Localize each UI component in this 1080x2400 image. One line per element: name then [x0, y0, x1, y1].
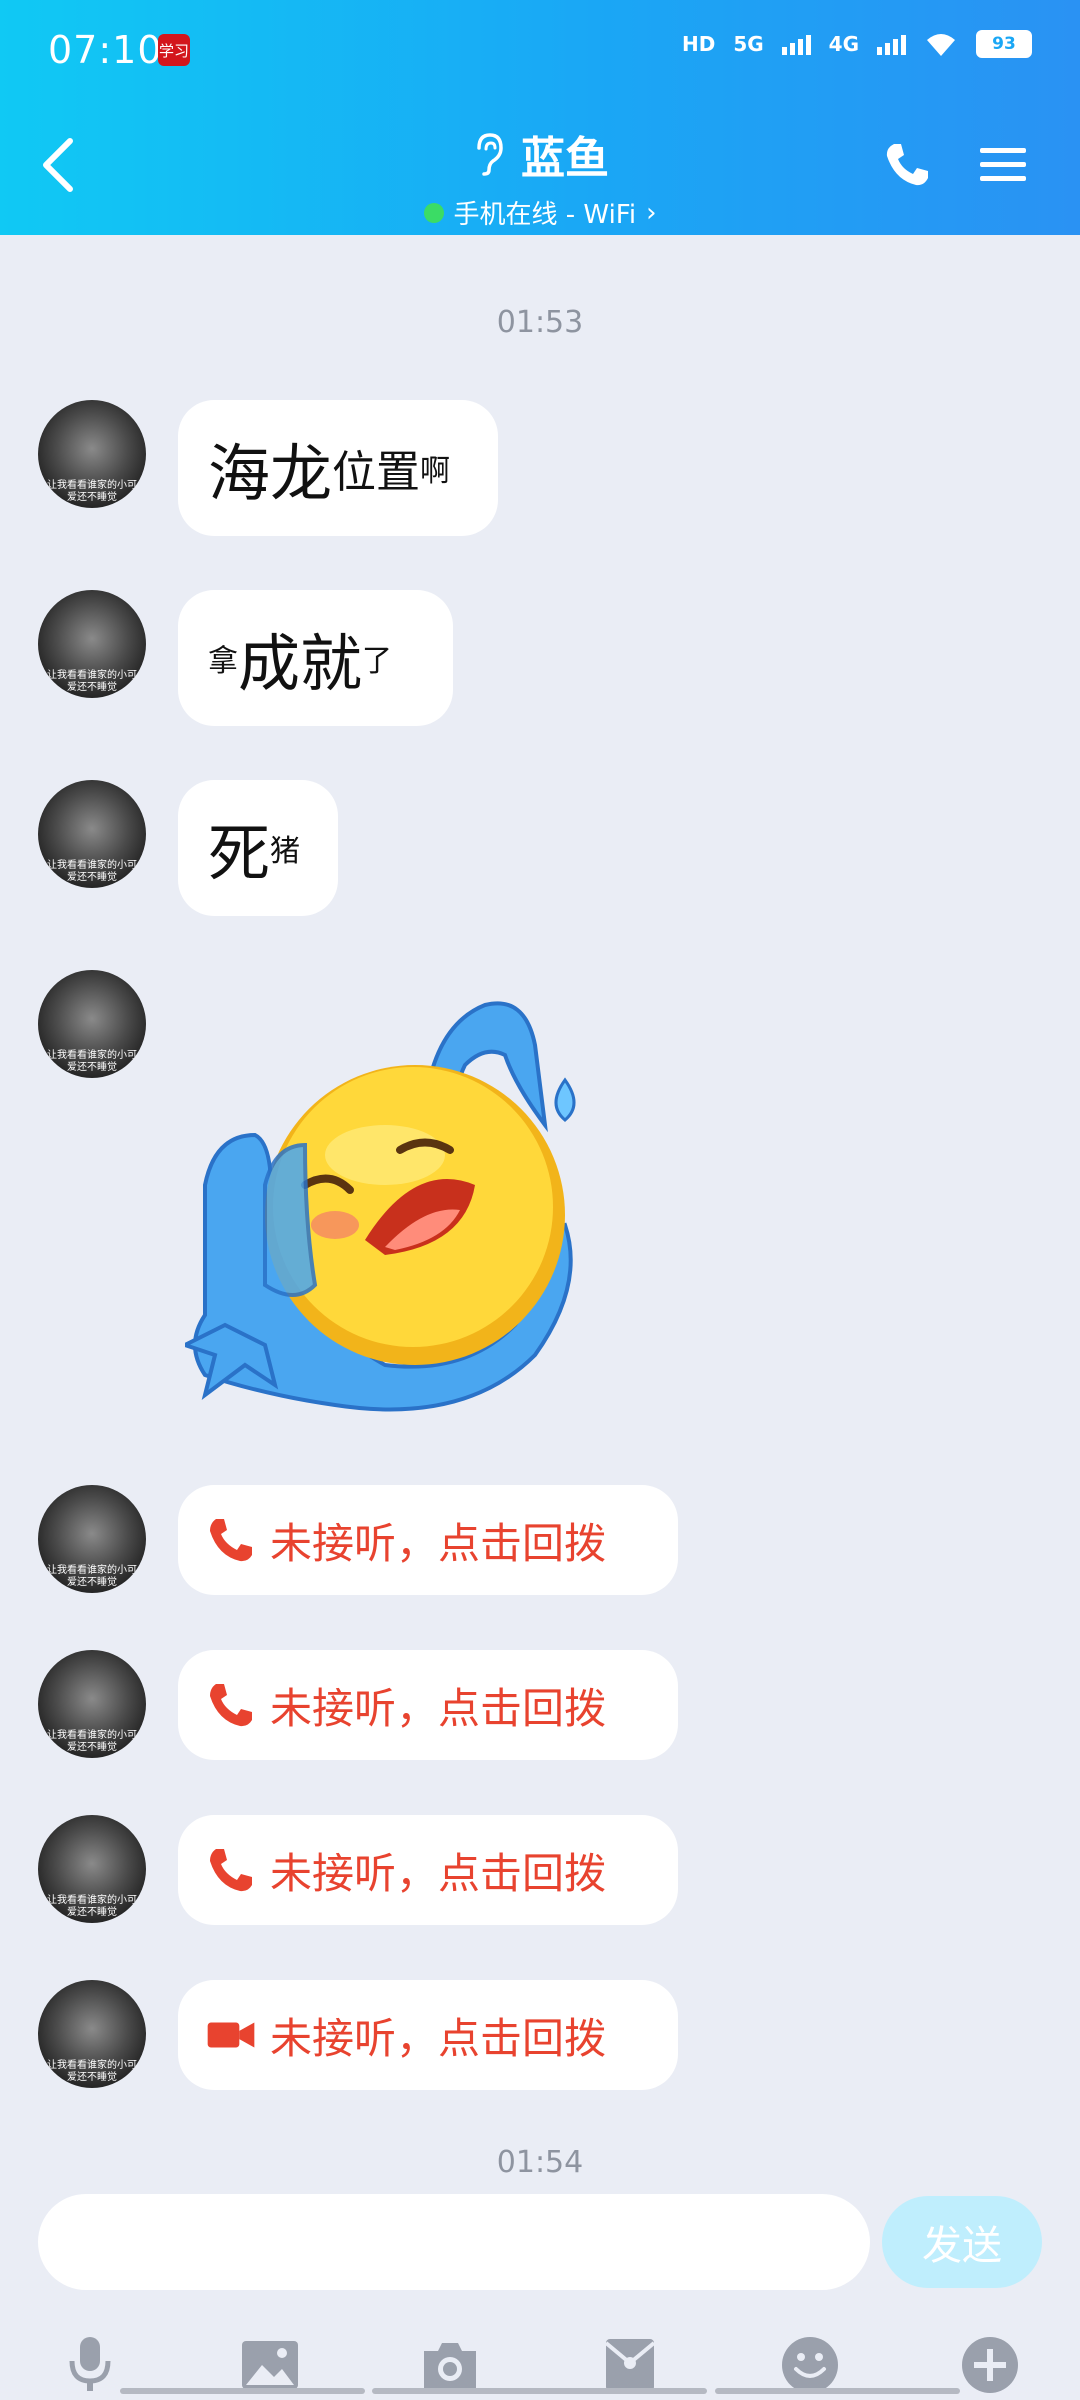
message-bubble[interactable]: 拿 成就 了: [178, 590, 453, 726]
message-text: 了: [362, 644, 393, 679]
avatar-caption: 爱还不睡觉: [67, 1062, 117, 1073]
phone-icon: [210, 1849, 252, 1892]
composer-toolbar: [0, 2335, 1080, 2395]
composer: 发送: [0, 2180, 1080, 2400]
plus-icon[interactable]: [960, 2335, 1020, 2395]
avatar[interactable]: 让我看看谁家的小可 爱还不睡觉: [38, 970, 146, 1078]
message-text: 拿: [208, 644, 238, 679]
menu-icon[interactable]: [978, 140, 1028, 190]
avatar-caption: 爱还不睡觉: [67, 2072, 117, 2083]
sim2-network-label: 4G: [828, 32, 859, 56]
avatar-caption: 让我看看谁家的小可: [47, 1050, 137, 1061]
message-text: 死: [208, 817, 271, 890]
avatar[interactable]: 让我看看谁家的小可 爱还不睡觉: [38, 1815, 146, 1923]
avatar-caption: 让我看看谁家的小可: [47, 480, 137, 491]
avatar[interactable]: 让我看看谁家的小可 爱还不睡觉: [38, 1980, 146, 2088]
message-text: 成就: [238, 627, 363, 700]
microphone-icon[interactable]: [60, 2335, 120, 2395]
message-text: 海龙: [208, 437, 333, 510]
missed-call-text: 未接听，点击回拨: [270, 1848, 607, 1898]
phone-icon: [210, 1519, 252, 1562]
online-status: 手机在线 - WiFi ›: [0, 194, 1080, 231]
timestamp: 01:53: [496, 305, 584, 340]
hd-indicator: HD: [681, 32, 716, 56]
missed-call-text: 未接听，点击回拨: [270, 1518, 607, 1568]
timestamp: 01:54: [496, 2145, 584, 2180]
avatar[interactable]: 让我看看谁家的小可 爱还不睡觉: [38, 590, 146, 698]
missed-video-call-button[interactable]: 未接听，点击回拨: [178, 1980, 678, 2090]
top-bar: 07:10 学习 HD 5G 4G 93 蓝鱼 手机在线 - WiFi ›: [0, 0, 1080, 235]
sim1-network-label: 5G: [733, 32, 764, 56]
sim1-signal-icon: [781, 33, 811, 55]
phone-call-icon[interactable]: [882, 140, 932, 190]
contact-name: 蓝鱼: [521, 133, 609, 184]
avatar-caption: 爱还不睡觉: [67, 682, 117, 693]
chevron-right-icon: ›: [646, 197, 657, 228]
avatar-caption: 爱还不睡觉: [67, 872, 117, 883]
status-indicators: HD 5G 4G 93: [682, 30, 1032, 58]
send-button[interactable]: 发送: [882, 2196, 1042, 2288]
message-bubble[interactable]: 海龙 位置 啊: [178, 400, 498, 536]
message-bubble[interactable]: 死 猪: [178, 780, 338, 916]
avatar[interactable]: 让我看看谁家的小可 爱还不睡觉: [38, 780, 146, 888]
online-status-text: 手机在线 - WiFi: [453, 200, 637, 230]
sim2-signal-icon: [877, 33, 906, 55]
message-text: 猪: [270, 834, 301, 869]
wifi-icon: [927, 34, 955, 56]
avatar-caption: 让我看看谁家的小可: [47, 670, 137, 681]
message-text: 啊: [420, 454, 451, 489]
missed-call-text: 未接听，点击回拨: [270, 1683, 607, 1733]
missed-voice-call-button[interactable]: 未接听，点击回拨: [178, 1485, 678, 1595]
red-packet-icon[interactable]: [600, 2335, 660, 2395]
avatar-caption: 让我看看谁家的小可: [47, 860, 137, 871]
avatar-caption: 爱还不睡觉: [67, 1742, 117, 1753]
battery-icon: 93: [976, 30, 1032, 58]
avatar-caption: 爱还不睡觉: [67, 492, 117, 503]
image-icon[interactable]: [240, 2335, 300, 2395]
avatar-caption: 让我看看谁家的小可: [47, 2060, 137, 2071]
avatar-caption: 爱还不睡觉: [67, 1577, 117, 1588]
video-camera-icon: [207, 2022, 255, 2048]
avatar[interactable]: 让我看看谁家的小可 爱还不睡觉: [38, 1650, 146, 1758]
missed-call-text: 未接听，点击回拨: [270, 2013, 607, 2063]
notification-app-icon: 学习: [158, 34, 190, 66]
online-dot-icon: [423, 202, 444, 223]
avatar-caption: 让我看看谁家的小可: [47, 1895, 137, 1906]
avatar-caption: 让我看看谁家的小可: [47, 1730, 137, 1741]
gesture-bar: [120, 2388, 365, 2394]
phone-icon: [210, 1684, 252, 1727]
avatar-caption: 让我看看谁家的小可: [47, 1565, 137, 1576]
avatar[interactable]: 让我看看谁家的小可 爱还不睡觉: [38, 1485, 146, 1593]
camera-icon[interactable]: [420, 2335, 480, 2395]
crying-emoji-sticker[interactable]: [185, 985, 605, 1425]
emoji-icon[interactable]: [780, 2335, 840, 2395]
chat-message-list[interactable]: 01:53 让我看看谁家的小可 爱还不睡觉 海龙 位置 啊 让我看看谁家的小可 …: [0, 235, 1080, 2180]
ear-icon: [477, 133, 503, 176]
status-bar: 07:10 学习 HD 5G 4G 93: [0, 0, 1080, 100]
message-input[interactable]: [38, 2194, 870, 2290]
message-text: 位置: [332, 447, 421, 498]
gesture-bar: [715, 2388, 960, 2394]
avatar[interactable]: 让我看看谁家的小可 爱还不睡觉: [38, 400, 146, 508]
status-time: 07:10: [48, 28, 163, 72]
missed-voice-call-button[interactable]: 未接听，点击回拨: [178, 1650, 678, 1760]
gesture-bar: [372, 2388, 707, 2394]
missed-voice-call-button[interactable]: 未接听，点击回拨: [178, 1815, 678, 1925]
avatar-caption: 爱还不睡觉: [67, 1907, 117, 1918]
